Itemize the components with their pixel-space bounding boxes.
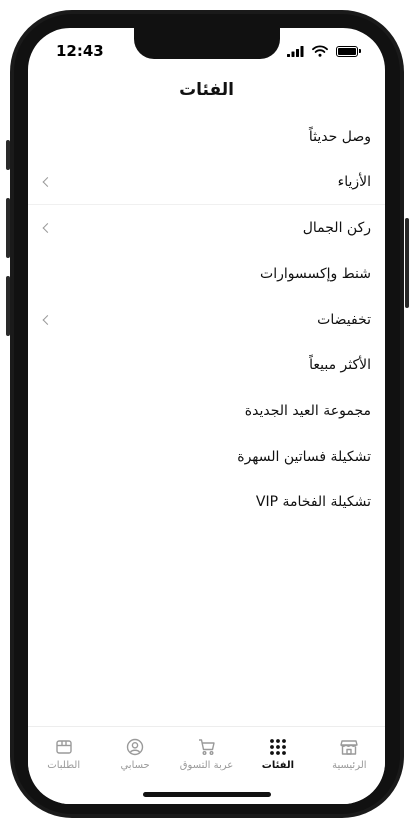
category-label: مجموعة العيد الجديدة: [244, 402, 371, 419]
category-item-evening-dresses[interactable]: تشكيلة فساتين السهرة: [28, 434, 385, 480]
signal-icon: [287, 45, 304, 57]
chevron-left-icon: [42, 223, 53, 234]
category-item-bags-accessories[interactable]: شنط وإكسسوارات: [28, 251, 385, 297]
tab-orders[interactable]: الطلبات: [28, 727, 99, 804]
category-item-best-sellers[interactable]: الأكثر مبيعاً: [28, 342, 385, 388]
tab-label: الطلبات: [47, 760, 81, 771]
wifi-icon: [312, 45, 328, 57]
app-screen: 12:43 الفئات وصل حديثاً الأزياء ركن الجم…: [28, 28, 385, 804]
box-icon: [56, 740, 72, 754]
category-item-sales[interactable]: تخفيضات: [28, 297, 385, 343]
silent-switch: [6, 140, 10, 170]
user-circle-icon: [126, 738, 144, 756]
chevron-left-icon: [42, 314, 53, 325]
home-indicator: [143, 792, 271, 797]
tab-label: عربة التسوق: [179, 760, 234, 771]
page-title: الفئات: [179, 80, 234, 100]
category-label: تشكيلة الفخامة VIP: [255, 494, 371, 511]
chevron-left-icon: [42, 177, 53, 187]
cart-icon: [198, 739, 215, 755]
battery-tip: [359, 49, 361, 53]
category-item-fashion[interactable]: الأزياء: [28, 160, 385, 206]
tab-label: الفئات: [261, 760, 295, 771]
tab-label: الرئيسية: [332, 760, 367, 771]
category-label: تخفيضات: [317, 311, 371, 328]
power-button: [405, 218, 409, 308]
category-label: شنط وإكسسوارات: [260, 265, 371, 282]
status-time: 12:43: [56, 42, 104, 60]
category-item-vip-luxury[interactable]: تشكيلة الفخامة VIP: [28, 480, 385, 526]
category-label: الأزياء: [337, 174, 371, 191]
category-label: الأكثر مبيعاً: [309, 357, 371, 374]
notch: [134, 28, 280, 59]
battery-icon: [336, 45, 358, 57]
category-item-beauty-corner[interactable]: ركن الجمال: [28, 205, 385, 251]
status-icons: [287, 44, 361, 58]
volume-up-button: [6, 198, 10, 258]
tab-label: حسابي: [120, 760, 150, 771]
category-item-eid-collection[interactable]: مجموعة العيد الجديدة: [28, 388, 385, 434]
category-label: تشكيلة فساتين السهرة: [237, 448, 371, 465]
volume-down-button: [6, 276, 10, 336]
grid-dots-icon: [270, 739, 286, 755]
category-list: وصل حديثاً الأزياء ركن الجمال شنط وإكسسو…: [28, 114, 385, 525]
tab-home[interactable]: الرئيسية: [314, 727, 385, 804]
category-item-new-arrivals[interactable]: وصل حديثاً: [28, 114, 385, 160]
category-label: ركن الجمال: [302, 220, 371, 237]
category-label: وصل حديثاً: [308, 128, 371, 145]
store-icon: [340, 740, 359, 755]
